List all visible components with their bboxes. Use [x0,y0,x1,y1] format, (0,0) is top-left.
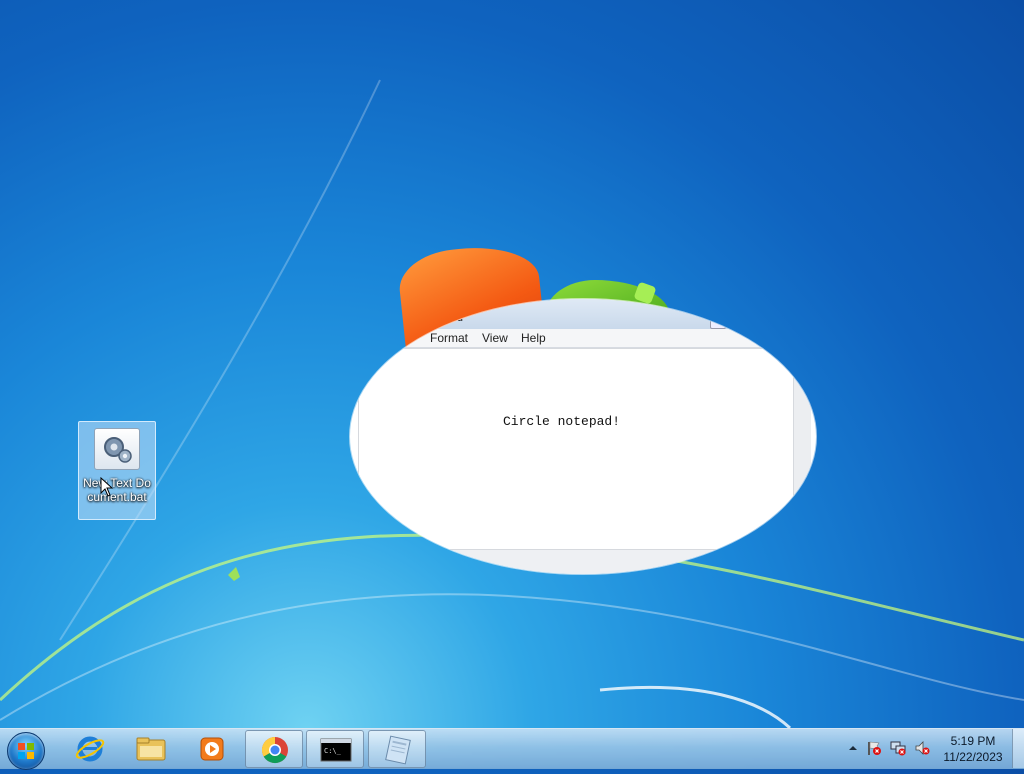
chrome-icon [261,736,288,764]
taskbar-notepad[interactable] [368,730,426,768]
menu-format[interactable]: Format [430,330,468,346]
notepad-title: pad [443,310,464,324]
taskbar-google-chrome[interactable] [245,730,303,768]
desktop-icon-bat-file[interactable]: New Text Document.bat [78,421,156,520]
media-player-icon [200,737,224,761]
batch-file-icon [94,428,140,470]
desktop-icon-label: New Text Document.bat [83,476,151,504]
taskbar-media-player[interactable] [183,730,241,768]
notepad-menu-bar [350,329,816,348]
volume-muted-icon[interactable] [914,740,930,756]
show-desktop-button[interactable] [1012,729,1024,768]
window-control-icon[interactable] [710,317,726,329]
notepad-title-bar[interactable]: pad [350,299,816,329]
internet-explorer-icon [75,736,105,762]
action-center-flag-icon[interactable] [866,740,882,756]
clock-time: 5:19 PM [950,734,996,748]
taskbar-command-prompt[interactable]: C:\_ [306,730,364,768]
vertical-scrollbar[interactable] [793,348,811,548]
start-button[interactable] [7,732,45,770]
taskbar-windows-explorer[interactable] [122,730,180,768]
notepad-bottom-edge [350,549,816,574]
menu-help[interactable]: Help [521,330,546,346]
network-icon[interactable] [890,740,906,756]
clock-date: 11/22/2023 [943,750,1003,764]
windows-flag-icon [18,743,34,759]
folder-icon [136,737,166,761]
notepad-content-text: Circle notepad! [503,414,621,429]
notepad-text-area[interactable] [358,348,795,550]
menu-view[interactable]: View [482,330,508,346]
svg-text:C:\_: C:\_ [324,747,342,755]
taskbar-clock[interactable]: 5:19 PM 11/22/2023 [934,733,1012,765]
notepad-icon [385,735,411,765]
mouse-cursor-icon [100,477,114,497]
command-prompt-icon: C:\_ [320,738,352,762]
notepad-window[interactable]: pad Format View Help Circle notepad! [350,299,816,574]
taskbar-internet-explorer[interactable] [61,730,119,768]
show-hidden-icons-arrow-icon[interactable] [845,740,861,756]
